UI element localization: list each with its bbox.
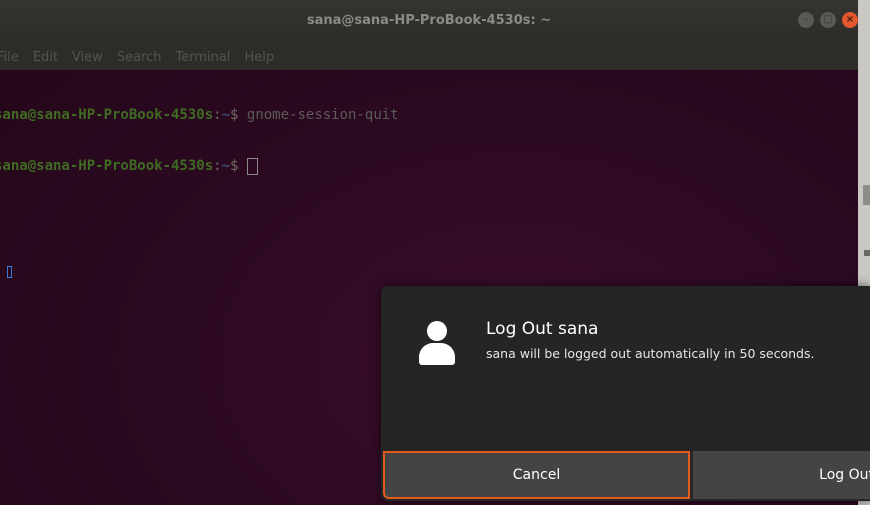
minimize-icon[interactable]: – — [798, 12, 814, 28]
avatar-head — [427, 321, 447, 341]
log-out-button-label: Log Out — [819, 467, 870, 483]
scrollbar-thumb[interactable] — [863, 185, 870, 205]
title-bar[interactable]: sana@sana-HP-ProBook-4530s: ~ – □ × — [0, 0, 858, 44]
terminal-output[interactable]: sana@sana-HP-ProBook-4530s:~$ gnome-sess… — [0, 73, 858, 209]
dialog-message: sana will be logged out automatically in… — [486, 346, 815, 361]
user-avatar-icon — [419, 321, 455, 367]
menu-help[interactable]: Help — [241, 50, 277, 65]
menu-edit[interactable]: Edit — [30, 50, 61, 65]
bottom-edge — [0, 505, 870, 515]
window-controls: – □ × — [798, 12, 858, 30]
cancel-button-label: Cancel — [512, 467, 561, 483]
prompt-path: ~ — [221, 158, 231, 174]
prompt-symbol: $ — [230, 158, 247, 174]
logout-dialog: Log Out sana sana will be logged out aut… — [381, 286, 870, 501]
dialog-title: Log Out sana — [486, 319, 599, 339]
prompt-symbol: $ — [230, 107, 247, 123]
prompt-separator: : — [213, 158, 222, 174]
avatar-body — [419, 343, 455, 365]
text-cursor — [246, 158, 258, 175]
prompt-separator: : — [213, 107, 222, 123]
terminal-line: sana@sana-HP-ProBook-4530s:~$ gnome-sess… — [0, 107, 858, 124]
terminal-line: sana@sana-HP-ProBook-4530s:~$ — [0, 158, 858, 175]
maximize-icon[interactable]: □ — [820, 12, 836, 28]
menu-file[interactable]: File — [0, 50, 22, 65]
scrollbar-marker — [864, 250, 870, 256]
prompt-path: ~ — [221, 107, 231, 123]
screen: sana@sana-HP-ProBook-4530s: ~ – □ × File… — [0, 0, 870, 515]
menu-bar: File Edit View Search Terminal Help — [0, 44, 858, 70]
log-out-button[interactable]: Log Out — [692, 451, 870, 499]
prompt-user-host: sana@sana-HP-ProBook-4530s — [0, 107, 214, 123]
close-icon[interactable]: × — [842, 12, 858, 28]
prompt-user-host: sana@sana-HP-ProBook-4530s — [0, 158, 214, 174]
selection-marker — [7, 266, 12, 278]
menu-terminal[interactable]: Terminal — [172, 50, 233, 65]
menu-search[interactable]: Search — [114, 50, 165, 65]
menu-view[interactable]: View — [69, 50, 106, 65]
cancel-button[interactable]: Cancel — [383, 451, 690, 499]
window-title: sana@sana-HP-ProBook-4530s: ~ — [306, 13, 552, 28]
command-text: gnome-session-quit — [246, 107, 399, 123]
